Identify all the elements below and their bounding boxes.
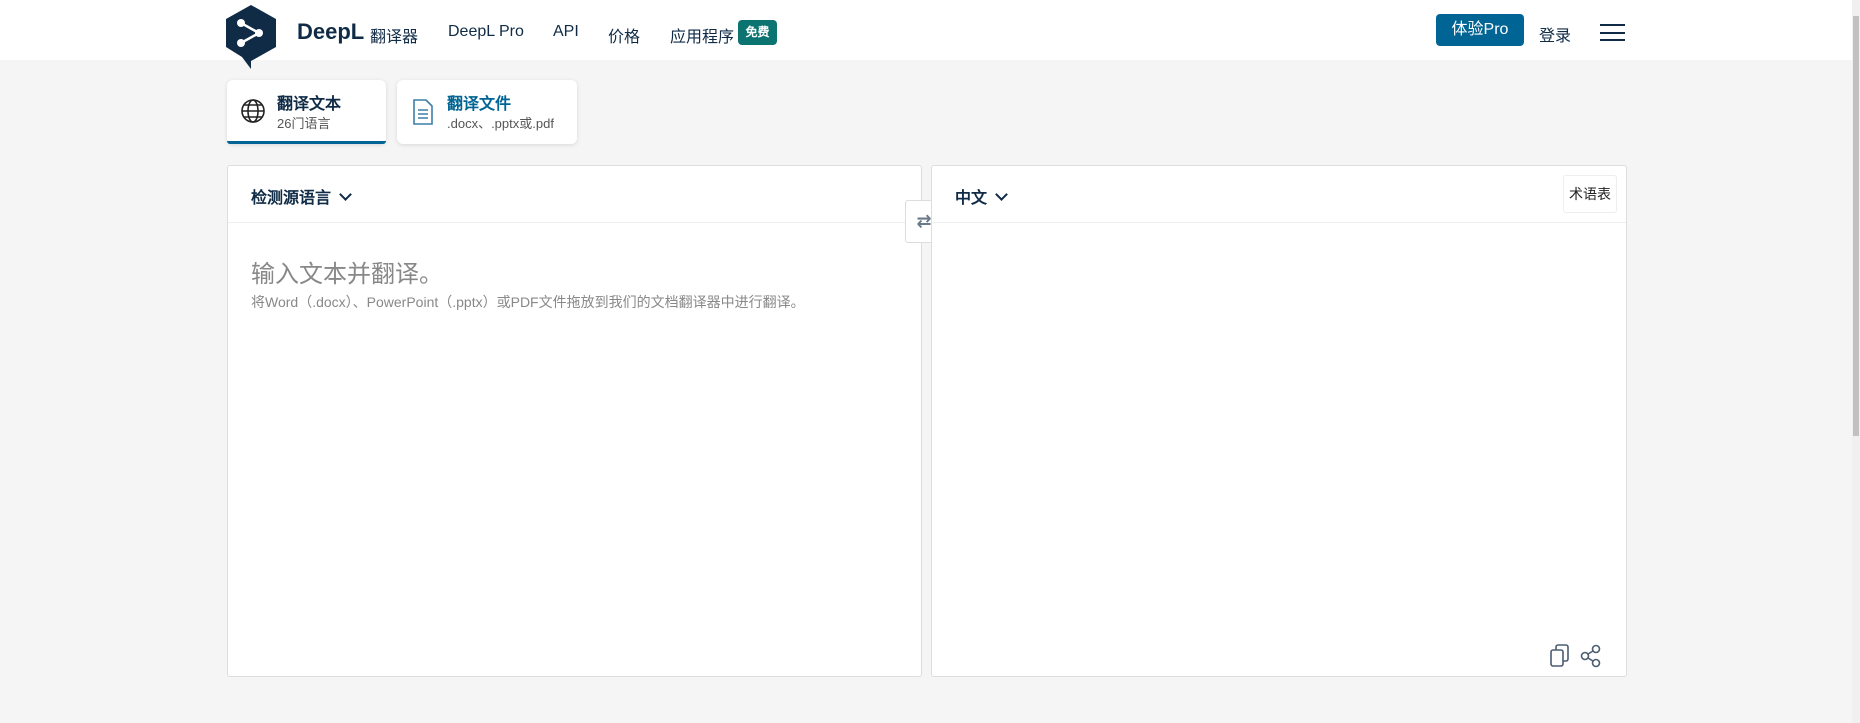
deepl-logo-icon[interactable] (222, 3, 280, 69)
nav-pricing[interactable]: 价格 (608, 23, 640, 47)
tab-translate-text[interactable]: 翻译文本 26门语言 (227, 80, 386, 144)
brand-subtitle[interactable]: 翻译器 (370, 23, 418, 47)
free-badge: 免费 (738, 20, 777, 45)
tab-title: 翻译文本 (277, 96, 342, 113)
nav-deepl-pro[interactable]: DeepL Pro (448, 23, 524, 41)
copy-icon[interactable] (1549, 644, 1571, 668)
source-panel-header: 检测源语言 (228, 166, 921, 223)
source-language-label: 检测源语言 (251, 190, 332, 207)
share-icon[interactable] (1580, 644, 1602, 668)
tab-title: 翻译文件 (447, 96, 512, 113)
hamburger-menu-icon[interactable] (1600, 24, 1625, 41)
target-panel-header: 中文 术语表 (932, 166, 1626, 223)
scrollbar[interactable] (1852, 0, 1860, 723)
chevron-down-icon (339, 188, 352, 201)
drop-hint: 将Word（.docx）、PowerPoint（.pptx）或PDF文件拖放到我… (251, 294, 805, 310)
target-panel: 中文 术语表 (931, 165, 1627, 677)
tab-subtitle: 26门语言 (277, 116, 331, 131)
source-language-select[interactable]: 检测源语言 (251, 184, 352, 208)
target-language-label: 中文 (955, 190, 988, 207)
tab-translate-files[interactable]: 翻译文件 .docx、.pptx或.pdf (397, 80, 577, 144)
nav-apps[interactable]: 应用程序 (670, 23, 734, 47)
document-icon (413, 99, 433, 125)
try-pro-button[interactable]: 体验Pro (1436, 14, 1524, 46)
glossary-button[interactable]: 术语表 (1563, 175, 1617, 213)
source-text-input[interactable]: 输入文本并翻译。 (251, 254, 443, 289)
chevron-down-icon (995, 188, 1008, 201)
brand-name[interactable]: DeepL (297, 19, 364, 45)
top-header: DeepL 翻译器 DeepL Pro API 价格 应用程序 免费 体验Pro… (0, 0, 1852, 69)
globe-icon (241, 99, 265, 123)
nav-api[interactable]: API (553, 23, 579, 41)
swap-icon: ⇄ (916, 211, 932, 231)
tab-subtitle: .docx、.pptx或.pdf (447, 116, 554, 131)
target-language-select[interactable]: 中文 (955, 184, 1008, 208)
scrollbar-thumb[interactable] (1853, 16, 1859, 436)
source-panel: 检测源语言 输入文本并翻译。 将Word（.docx）、PowerPoint（.… (227, 165, 922, 677)
active-tab-indicator (227, 141, 386, 144)
login-link[interactable]: 登录 (1539, 22, 1571, 46)
